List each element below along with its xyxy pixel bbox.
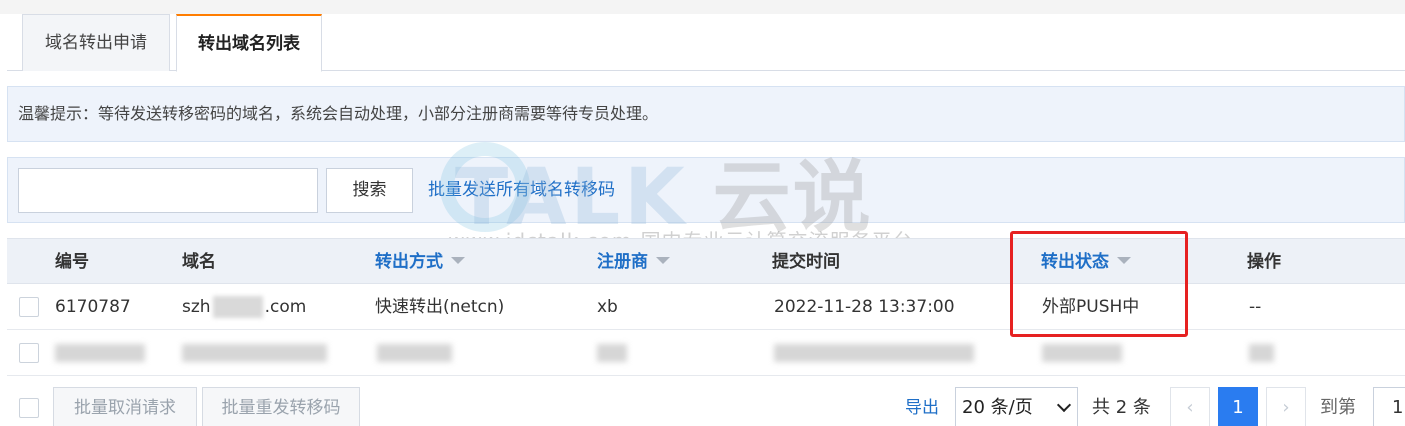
row-checkbox[interactable] (19, 343, 39, 363)
blurred-cell (55, 344, 145, 362)
export-link[interactable]: 导出 (905, 387, 939, 426)
goto-label: 到第 (1320, 397, 1356, 418)
next-page-button[interactable]: › (1266, 387, 1306, 426)
column-method[interactable]: 转出方式 (375, 239, 465, 285)
select-all-checkbox[interactable] (19, 398, 39, 418)
column-status-label: 转出状态 (1041, 252, 1109, 272)
column-domain: 域名 (182, 252, 216, 272)
blurred-cell (1042, 344, 1122, 362)
prev-page-button[interactable]: ‹ (1170, 387, 1210, 426)
column-action: 操作 (1247, 252, 1281, 272)
cell-method: 快速转出(netcn) (375, 297, 505, 317)
column-submitted: 提交时间 (772, 252, 840, 272)
table-row-blurred (7, 330, 1405, 376)
column-id: 编号 (55, 252, 89, 272)
search-bar: 搜索 批量发送所有域名转移码 (7, 157, 1405, 223)
blurred-cell (1249, 344, 1274, 362)
blurred-cell (182, 344, 327, 362)
bulk-cancel-button[interactable]: 批量取消请求 (53, 387, 197, 426)
cell-id: 6170787 (55, 297, 131, 317)
bulk-send-transfer-code-link[interactable]: 批量发送所有域名转移码 (428, 168, 615, 213)
blurred-cell (377, 344, 452, 362)
sort-caret-icon[interactable] (1117, 256, 1131, 264)
chevron-down-icon (1056, 397, 1072, 413)
table-footer: 批量取消请求 批量重发转移码 导出 20 条/页 共 2 条 ‹ 1 › 到第 … (7, 376, 1405, 426)
tab-transfer-request[interactable]: 域名转出申请 (22, 14, 170, 71)
column-status[interactable]: 转出状态 (1041, 239, 1131, 285)
top-strip (0, 0, 1405, 14)
row-checkbox[interactable] (19, 297, 39, 317)
column-registrar[interactable]: 注册商 (597, 239, 670, 285)
tab-bar: 域名转出申请 转出域名列表 (7, 14, 1405, 72)
cell-registrar: xb (597, 297, 618, 317)
column-registrar-label: 注册商 (597, 252, 648, 272)
goto-page-input[interactable]: 1 (1373, 387, 1405, 426)
search-button[interactable]: 搜索 (326, 168, 413, 213)
table-row: 6170787 szh .com 快速转出(netcn) xb 2022-11-2… (7, 284, 1405, 330)
cell-domain-suffix: .com (264, 297, 307, 317)
page-size-select[interactable]: 20 条/页 (955, 387, 1078, 426)
table-header: 编号 域名 转出方式 注册商 提交时间 转出状态 操作 (7, 238, 1405, 284)
redaction-mask (212, 296, 263, 318)
page-1-button[interactable]: 1 (1218, 387, 1258, 426)
sort-caret-icon[interactable] (656, 256, 670, 264)
cell-action[interactable]: -- (1249, 284, 1261, 330)
cell-domain-prefix: szh (182, 297, 211, 317)
tab-transfer-list[interactable]: 转出域名列表 (176, 14, 322, 72)
bulk-resend-button[interactable]: 批量重发转移码 (202, 387, 360, 426)
cell-domain: szh .com (182, 284, 306, 330)
blurred-cell (597, 344, 627, 362)
cell-submitted: 2022-11-28 13:37:00 (774, 297, 955, 317)
tip-banner: 温馨提示：等待发送转移密码的域名，系统会自动处理，小部分注册商需要等待专员处理。 (7, 86, 1405, 142)
search-input[interactable] (18, 168, 318, 213)
blurred-cell (774, 344, 974, 362)
page-size-value: 20 条/页 (962, 397, 1033, 418)
column-method-label: 转出方式 (375, 252, 443, 272)
total-count: 共 2 条 (1092, 397, 1151, 418)
cell-status: 外部PUSH中 (1042, 297, 1140, 317)
sort-caret-icon[interactable] (451, 256, 465, 264)
